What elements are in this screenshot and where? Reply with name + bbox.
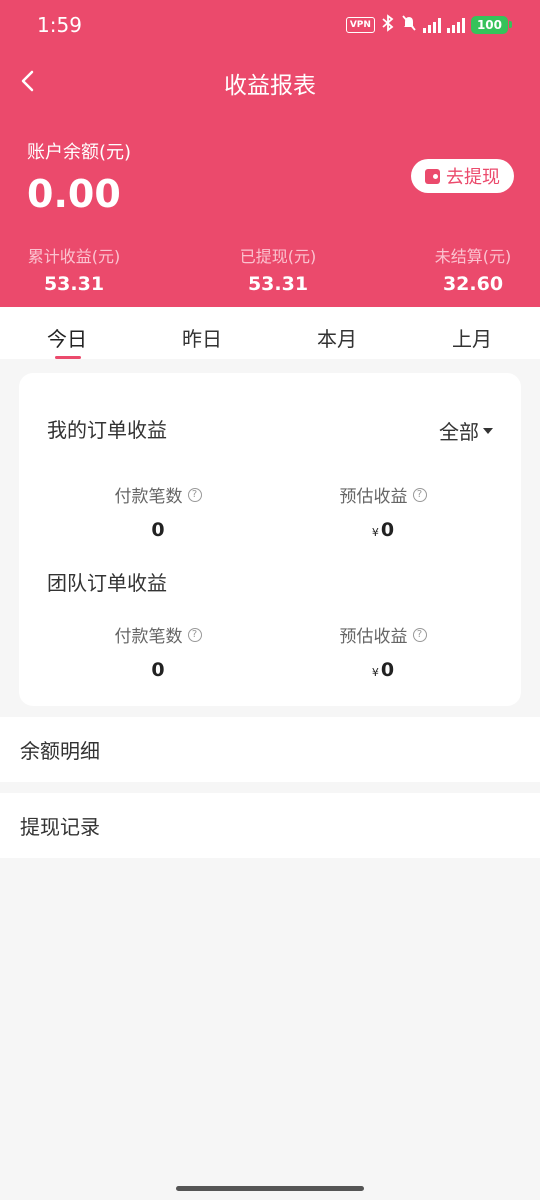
signal-icon xyxy=(422,17,441,33)
metric-value: 0 xyxy=(380,519,395,541)
help-icon[interactable]: ? xyxy=(187,627,202,642)
header: 1:59 VPN 100 收益报表 账户余额(元) 0.00 去提现 累计收益(… xyxy=(0,0,540,307)
battery-icon: 100 xyxy=(470,16,513,34)
balance-value: 0.00 xyxy=(27,172,121,216)
my-estimated-income: 预估收益 ? ¥0 xyxy=(283,482,483,541)
home-indicator[interactable] xyxy=(176,1186,364,1191)
page-title: 收益报表 xyxy=(224,73,316,99)
stat-value: 53.31 xyxy=(43,273,105,295)
withdraw-record-row[interactable]: 提现记录 xyxy=(0,793,540,858)
metric-label: 预估收益 xyxy=(339,627,408,647)
tab-today[interactable]: 今日 xyxy=(37,323,97,352)
currency-symbol: ¥ xyxy=(371,666,379,679)
metric-label: 付款笔数 xyxy=(114,627,183,647)
mute-icon xyxy=(401,14,417,37)
stat-label: 累计收益(元) xyxy=(27,247,121,266)
bluetooth-icon xyxy=(381,13,395,37)
balance-detail-row[interactable]: 余额明细 xyxy=(0,717,540,782)
vpn-icon: VPN xyxy=(345,17,375,33)
period-tabs: 今日 昨日 本月 上月 xyxy=(0,307,540,359)
stat-total-income: 累计收益(元) 53.31 xyxy=(27,243,121,295)
my-orders-title: 我的订单收益 xyxy=(47,418,167,442)
stat-label: 未结算(元) xyxy=(434,247,512,266)
withdraw-button[interactable]: 去提现 xyxy=(411,159,514,193)
stat-value: 32.60 xyxy=(442,273,504,295)
income-card: 我的订单收益 全部 付款笔数 ? 0 预估收益 ? ¥0 团队订单收益 付款笔数… xyxy=(19,373,521,706)
caret-down-icon xyxy=(483,427,493,434)
withdraw-button-label: 去提现 xyxy=(446,167,500,188)
team-payment-count: 付款笔数 ? 0 xyxy=(58,622,258,681)
help-icon[interactable]: ? xyxy=(412,627,427,642)
help-icon[interactable]: ? xyxy=(412,487,427,502)
list-item-label: 余额明细 xyxy=(20,739,100,763)
stat-label: 已提现(元) xyxy=(239,247,317,266)
stat-withdrawn: 已提现(元) 53.31 xyxy=(234,243,322,295)
status-time: 1:59 xyxy=(37,13,82,37)
signal-icon xyxy=(446,17,465,33)
tab-indicator xyxy=(55,356,81,359)
currency-symbol: ¥ xyxy=(371,526,379,539)
balance-label: 账户余额(元) xyxy=(27,142,132,163)
metric-label: 预估收益 xyxy=(339,487,408,507)
stat-unsettled: 未结算(元) 32.60 xyxy=(429,243,517,295)
filter-label: 全部 xyxy=(439,420,479,444)
tab-yesterday[interactable]: 昨日 xyxy=(172,323,232,352)
metric-value: 0 xyxy=(380,659,395,681)
wallet-icon xyxy=(425,168,440,184)
help-icon[interactable]: ? xyxy=(187,487,202,502)
metric-value: 0 xyxy=(151,659,165,681)
team-estimated-income: 预估收益 ? ¥0 xyxy=(283,622,483,681)
filter-dropdown[interactable]: 全部 xyxy=(439,416,493,445)
status-bar: 1:59 VPN 100 xyxy=(0,0,540,50)
status-icons: VPN 100 xyxy=(345,13,513,37)
tab-this-month[interactable]: 本月 xyxy=(307,323,367,352)
tab-last-month[interactable]: 上月 xyxy=(442,323,502,352)
team-orders-title: 团队订单收益 xyxy=(47,571,167,595)
stat-value: 53.31 xyxy=(247,273,309,295)
my-payment-count: 付款笔数 ? 0 xyxy=(58,482,258,541)
list-item-label: 提现记录 xyxy=(20,815,100,839)
metric-label: 付款笔数 xyxy=(114,487,183,507)
metric-value: 0 xyxy=(151,519,165,541)
